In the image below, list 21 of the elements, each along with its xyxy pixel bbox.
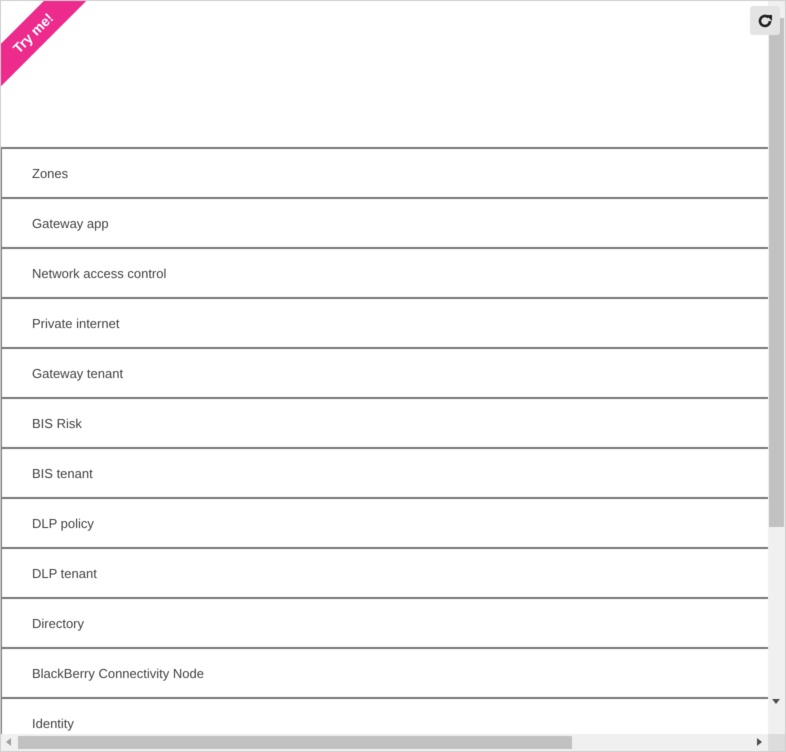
list-item[interactable]: Gateway app — [1, 197, 768, 247]
left-arrow-icon[interactable] — [6, 738, 11, 746]
horizontal-scrollbar[interactable] — [1, 734, 768, 751]
list-item[interactable]: DLP tenant — [1, 547, 768, 597]
list-item[interactable]: BlackBerry Connectivity Node — [1, 647, 768, 697]
list-item[interactable]: Gateway tenant — [1, 347, 768, 397]
list-item[interactable]: BIS tenant — [1, 447, 768, 497]
refresh-button[interactable] — [750, 6, 780, 35]
scrollbar-thumb[interactable] — [18, 736, 572, 749]
list-item[interactable]: Network access control — [1, 247, 768, 297]
list-item[interactable]: BIS Risk — [1, 397, 768, 447]
list-item[interactable]: Zones — [1, 147, 768, 197]
right-arrow-icon[interactable] — [757, 738, 762, 746]
vertical-scrollbar[interactable] — [768, 1, 785, 734]
scrollbar-corner — [768, 734, 785, 751]
refresh-icon — [757, 12, 773, 28]
list-item[interactable]: DLP policy — [1, 497, 768, 547]
list-item[interactable]: Private internet — [1, 297, 768, 347]
scrollbar-thumb[interactable] — [769, 18, 784, 527]
down-arrow-icon[interactable] — [772, 699, 780, 704]
list-item[interactable]: Directory — [1, 597, 768, 647]
